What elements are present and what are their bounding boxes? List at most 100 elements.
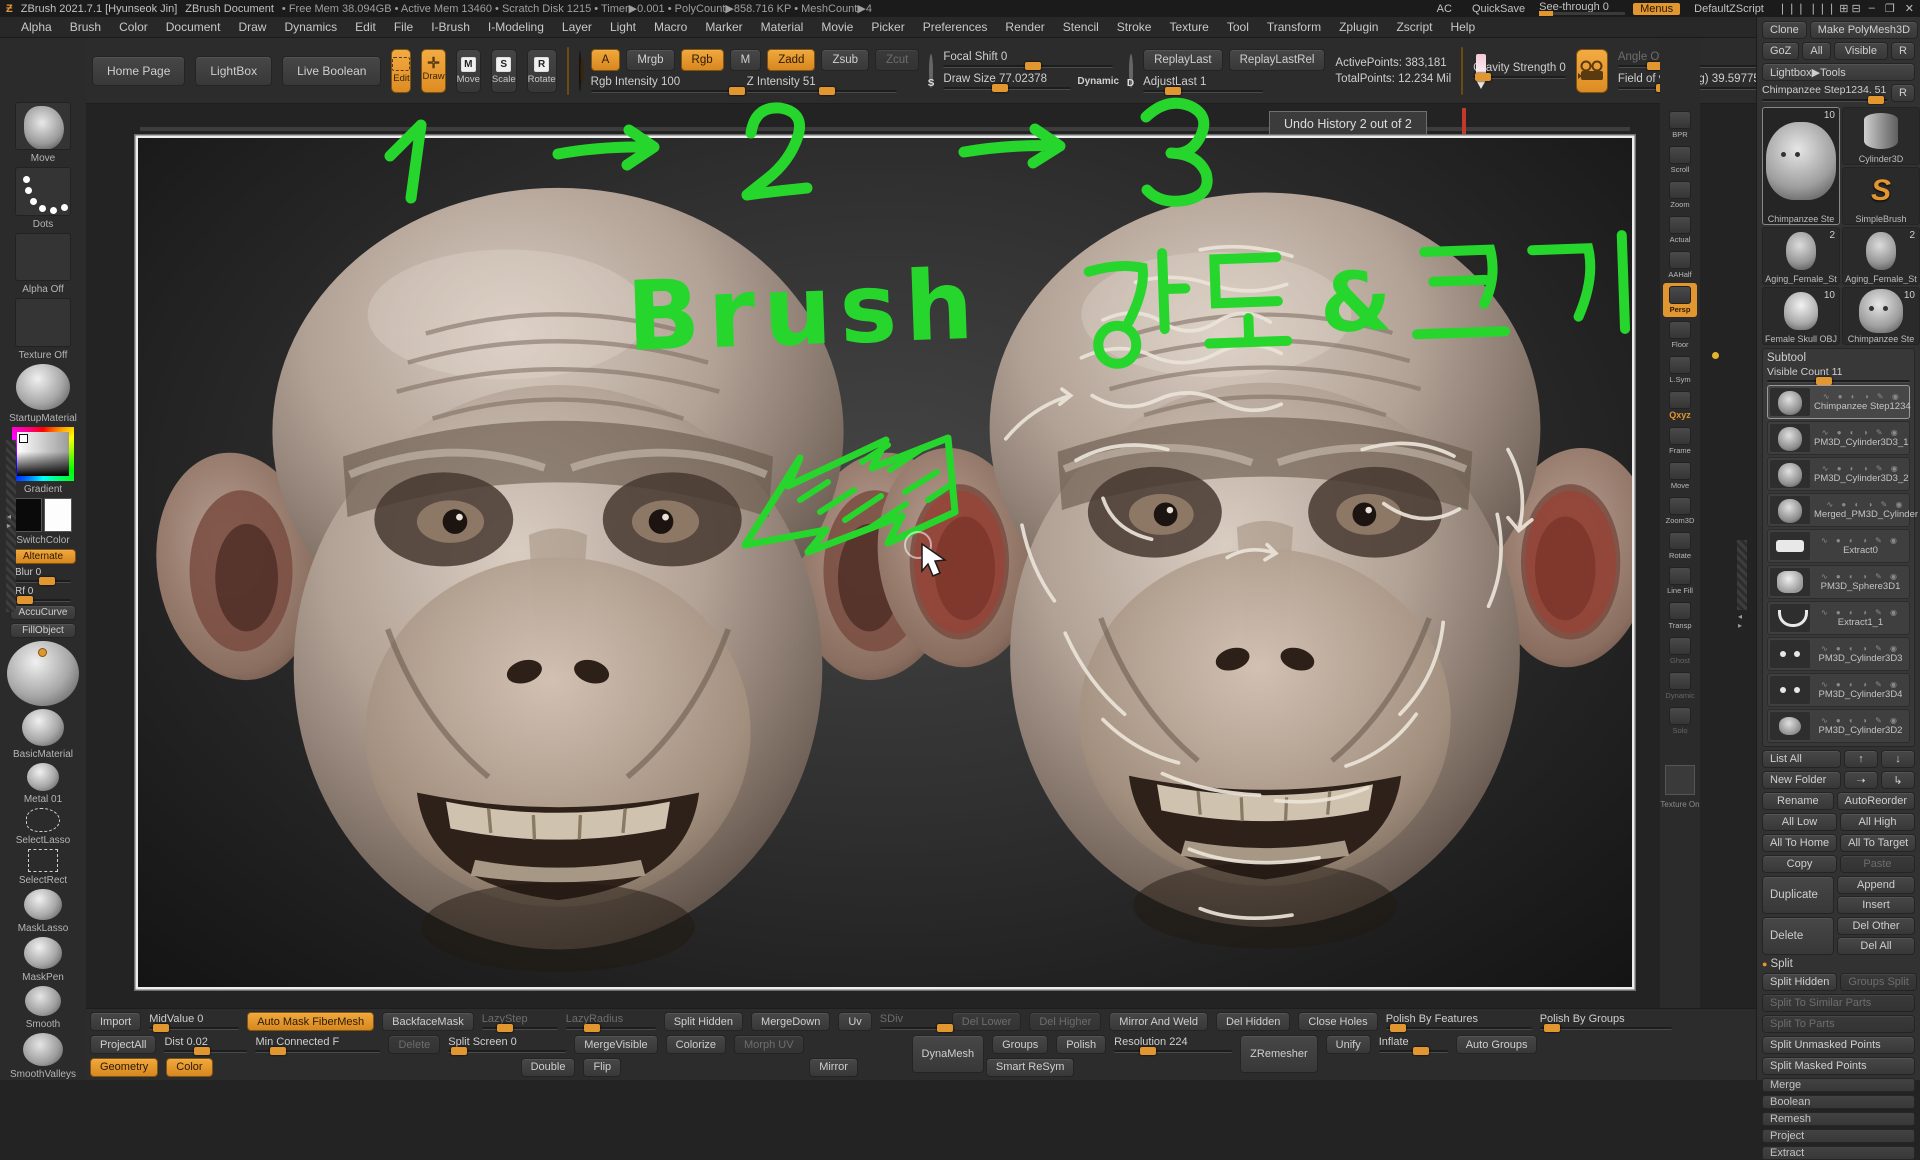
- lightbox-tools-button[interactable]: Lightbox▶Tools: [1762, 63, 1915, 81]
- all-high-button[interactable]: All High: [1840, 813, 1915, 831]
- minimize-button[interactable]: –: [1869, 2, 1875, 15]
- subtool-row-icons[interactable]: ∿ ● ◐ ◑ ✎ ◉: [1821, 644, 1900, 653]
- color-picker[interactable]: [12, 427, 74, 482]
- subtool-row-icons[interactable]: ∿ ● ◐ ◑ ✎ ◉: [1827, 500, 1906, 509]
- select-rect-icon[interactable]: [28, 849, 58, 871]
- rotate-gizmo-button[interactable]: R Rotate: [527, 49, 557, 93]
- subtool-row-icons[interactable]: ∿ ● ◐ ◑ ✎ ◉: [1821, 608, 1900, 617]
- ac-button[interactable]: AC: [1431, 3, 1458, 15]
- tool-thumb-active[interactable]: 10 Chimpanzee Ste: [1762, 107, 1840, 225]
- bottom-bar-item[interactable]: Morph UV: [734, 1035, 804, 1054]
- m-button[interactable]: M: [730, 49, 762, 71]
- split-hidden-button[interactable]: Split Hidden: [1762, 973, 1837, 991]
- alpha-toggle-button[interactable]: A: [591, 49, 621, 71]
- menu-item[interactable]: Stencil: [1054, 18, 1108, 36]
- subtool-row[interactable]: ∿ ● ◐ ◑ ✎ ◉ PM3D_Cylinder3D3_2: [1767, 457, 1910, 491]
- viewport-toggle-button[interactable]: Floor: [1663, 318, 1697, 352]
- rgb-button[interactable]: Rgb: [681, 49, 724, 71]
- basic-material-sphere[interactable]: [22, 709, 64, 746]
- blur-slider[interactable]: Blur 0: [15, 567, 71, 583]
- replay-last-rel-button[interactable]: ReplayLastRel: [1229, 49, 1326, 71]
- subtool-row-icons[interactable]: ∿ ● ◐ ◑ ✎ ◉: [1822, 464, 1901, 473]
- subtool-row[interactable]: ∿ ● ◐ ◑ ✎ ◉ Merged_PM3D_Cylinder3D5: [1767, 493, 1910, 527]
- extract-section-header[interactable]: Extract: [1762, 1146, 1915, 1160]
- rf-slider[interactable]: Rf 0: [15, 586, 71, 602]
- material-slot[interactable]: [16, 364, 70, 410]
- bottom-bar-item[interactable]: LazyStep: [482, 1013, 558, 1030]
- groups-split-button[interactable]: Groups Split: [1840, 973, 1917, 991]
- subtool-row[interactable]: ∿ ● ◐ ◑ ✎ ◉ PM3D_Cylinder3D4: [1767, 673, 1910, 707]
- left-divider-handle[interactable]: [6, 440, 16, 612]
- merge-section-header[interactable]: Merge: [1762, 1078, 1915, 1092]
- replay-last-button[interactable]: ReplayLast: [1143, 49, 1223, 71]
- default-zscript-button[interactable]: DefaultZScript: [1688, 3, 1770, 15]
- tool-thumb-skull[interactable]: 10 Female Skull OBJ: [1762, 287, 1840, 345]
- bottom-bar-item[interactable]: Color: [166, 1058, 212, 1077]
- tool-thumb-aging-female-1[interactable]: 2 Aging_Female_St: [1762, 227, 1840, 285]
- menu-item[interactable]: Picker: [862, 18, 913, 36]
- mrgb-button[interactable]: Mrgb: [626, 49, 674, 71]
- bottom-bar-item[interactable]: Del Higher: [1029, 1012, 1101, 1031]
- mask-lasso-sphere[interactable]: [24, 889, 62, 921]
- tool-thumb-cylinder[interactable]: Cylinder3D: [1842, 107, 1920, 165]
- split-section-header[interactable]: ●Split: [1762, 958, 1915, 970]
- draw-size-slider[interactable]: Draw Size 77.02378: [943, 73, 1071, 90]
- make-polymesh3d-button[interactable]: Make PolyMesh3D: [1810, 21, 1918, 39]
- goz-all-button[interactable]: All: [1802, 42, 1830, 60]
- viewport-toggle-button[interactable]: Solo: [1663, 704, 1697, 738]
- select-lasso-icon[interactable]: [26, 808, 60, 832]
- viewport-toggle-button[interactable]: Dynamic: [1663, 669, 1697, 703]
- rgb-intensity-slider[interactable]: Rgb Intensity 100: [591, 76, 741, 93]
- bottom-bar-item[interactable]: Del Lower: [952, 1012, 1022, 1031]
- viewport-toggle-button[interactable]: Persp: [1663, 283, 1697, 317]
- bottom-bar-item[interactable]: Split Hidden: [664, 1012, 743, 1031]
- viewport-toggle-button[interactable]: Transp: [1663, 599, 1697, 633]
- menu-item[interactable]: Movie: [812, 18, 862, 36]
- viewport-toggle-button[interactable]: Move: [1663, 459, 1697, 493]
- bottom-bar-item[interactable]: Auto Mask FiberMesh: [247, 1012, 374, 1031]
- split-masked-button[interactable]: Split Masked Points: [1762, 1057, 1915, 1075]
- live-boolean-button[interactable]: Live Boolean: [282, 56, 381, 86]
- metal-material-sphere[interactable]: [27, 763, 59, 791]
- mask-pen-sphere[interactable]: [24, 937, 62, 969]
- menu-item[interactable]: Material: [752, 18, 813, 36]
- color-intensity-sphere[interactable]: [7, 641, 79, 706]
- menu-item[interactable]: Edit: [346, 18, 385, 36]
- subtool-up-button[interactable]: ↑: [1844, 750, 1878, 768]
- subtool-row[interactable]: ∿ ● ◐ ◑ ✎ ◉ Extract0: [1767, 529, 1910, 563]
- viewport-toggle-button[interactable]: Actual: [1663, 213, 1697, 247]
- zcut-button[interactable]: Zcut: [875, 49, 919, 71]
- alpha-slot[interactable]: [15, 233, 71, 281]
- viewport-canvas[interactable]: Undo History 2 out of 2: [86, 104, 1660, 1008]
- smooth-brush-sphere[interactable]: [25, 986, 61, 1016]
- quicksave-button[interactable]: QuickSave: [1466, 3, 1531, 15]
- menu-item[interactable]: Document: [157, 18, 230, 36]
- viewport-toggle-button[interactable]: BPR: [1663, 108, 1697, 142]
- auto-reorder-button[interactable]: AutoReorder: [1837, 792, 1915, 810]
- texture-preview-thumb[interactable]: [1665, 765, 1695, 795]
- zadd-button[interactable]: Zadd: [767, 49, 815, 71]
- current-brush-slot[interactable]: [15, 102, 71, 150]
- alternate-button[interactable]: Alternate: [10, 549, 76, 564]
- menu-item[interactable]: Dynamics: [275, 18, 346, 36]
- gravity-strength-slider[interactable]: Gravity Strength 0: [1473, 62, 1566, 79]
- bottom-bar-item[interactable]: ZRemesher: [1240, 1035, 1317, 1073]
- goz-r-button[interactable]: R: [1891, 42, 1915, 60]
- bottom-bar-item[interactable]: Mirror: [809, 1058, 858, 1077]
- titlebar-tool-icons[interactable]: ❘❘❘ ❘❘❘ ⊞ ⊟: [1778, 2, 1861, 15]
- bottom-bar-item[interactable]: Colorize: [666, 1035, 726, 1054]
- dynamic-label[interactable]: Dynamic: [1077, 76, 1119, 87]
- bottom-bar-item[interactable]: Import: [90, 1012, 141, 1031]
- menu-item[interactable]: Brush: [61, 18, 110, 36]
- insert-button[interactable]: Insert: [1837, 896, 1915, 914]
- tool-r-button[interactable]: R: [1891, 84, 1915, 102]
- right-divider-handle[interactable]: [1737, 540, 1747, 610]
- subtool-row-icons[interactable]: ∿ ● ◐ ◑ ✎ ◉: [1821, 716, 1900, 725]
- bottom-bar-item[interactable]: Auto Groups: [1456, 1035, 1538, 1054]
- menu-item[interactable]: Zscript: [1387, 18, 1441, 36]
- bottom-bar-item[interactable]: Del Hidden: [1216, 1012, 1290, 1031]
- bottom-bar-item[interactable]: ProjectAll: [90, 1035, 156, 1054]
- stroke-compass-icon[interactable]: S: [929, 54, 933, 88]
- tool-thumb-aging-female-2[interactable]: 2 Aging_Female_St: [1842, 227, 1920, 285]
- menu-item[interactable]: Texture: [1160, 18, 1217, 36]
